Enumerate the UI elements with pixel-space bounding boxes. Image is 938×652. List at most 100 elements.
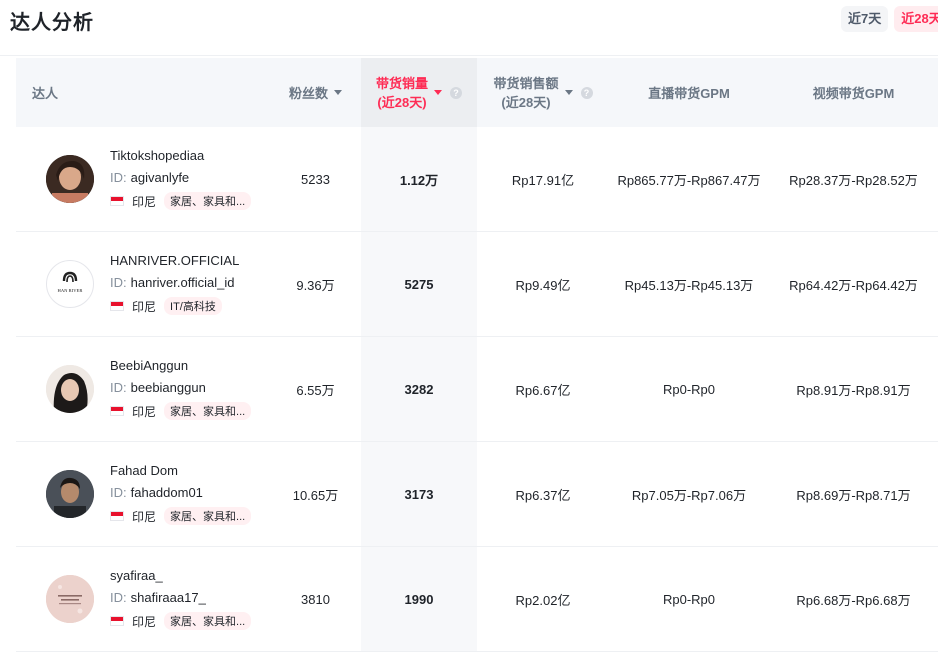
talent-cell: HAN RIVER HANRIVER.OFFICIAL ID: hanriver.… <box>16 232 270 336</box>
range-28-days-button[interactable]: 近28天 <box>894 6 938 32</box>
header-video-gpm: 视频带货GPM <box>812 86 895 101</box>
amount-value: Rp17.91亿 <box>511 172 575 188</box>
country-label: 印尼 <box>132 404 157 419</box>
video-gpm-value: Rp8.69万-Rp8.71万 <box>796 487 911 503</box>
talent-name[interactable]: Fahad Dom <box>110 463 251 478</box>
header-divider <box>0 55 938 56</box>
talent-table: 达人 粉丝数 带货销量 (近28天) ? 带货销售额 (近28天) ? 直播带货… <box>16 58 938 652</box>
help-icon[interactable]: ? <box>450 86 462 99</box>
person-photo-icon <box>46 365 94 413</box>
indonesia-flag-icon <box>110 301 124 311</box>
sort-desc-icon[interactable] <box>334 90 342 95</box>
talent-id: ID: hanriver.official_id <box>110 275 239 290</box>
range-7-days-button[interactable]: 近7天 <box>841 6 889 32</box>
id-label: ID: <box>110 275 127 290</box>
sort-desc-icon[interactable] <box>564 90 573 95</box>
indonesia-flag-icon <box>110 511 124 521</box>
id-label: ID: <box>110 485 127 500</box>
sales-value: 3282 <box>361 337 477 441</box>
avatar[interactable]: HAN RIVER <box>46 260 94 308</box>
video-gpm-value: Rp6.68万-Rp6.68万 <box>796 592 911 608</box>
fans-value: 9.36万 <box>296 277 335 293</box>
video-gpm-value: Rp8.91万-Rp8.91万 <box>796 382 911 398</box>
country-label: 印尼 <box>132 299 157 314</box>
table-header: 达人 粉丝数 带货销量 (近28天) ? 带货销售额 (近28天) ? 直播带货… <box>16 58 938 127</box>
category-tag: 家居、家具和... <box>164 402 252 420</box>
category-tag: 家居、家具和... <box>164 507 252 525</box>
header-live-gpm: 直播带货GPM <box>648 86 730 101</box>
table-row[interactable]: Tiktokshopediaa ID: agivanlyfe 印尼 家居、家具和.… <box>16 127 938 232</box>
live-gpm-value: Rp0-Rp0 <box>662 591 716 607</box>
talent-meta: 印尼 家居、家具和... <box>110 612 252 630</box>
header-amount[interactable]: 带货销售额 (近28天) ? <box>477 58 609 127</box>
talent-meta: 印尼 家居、家具和... <box>110 507 252 525</box>
person-photo-icon <box>46 470 94 518</box>
header-sales-line1: 带货销量 <box>375 75 428 91</box>
date-range-toggle: 近7天 近28天 <box>841 6 938 32</box>
talent-meta: 印尼 家居、家具和... <box>110 402 252 420</box>
table-row[interactable]: Fahad Dom ID: fahaddom01 印尼 家居、家具和... 10.… <box>16 442 938 547</box>
indonesia-flag-icon <box>110 406 124 416</box>
talent-cell: Tiktokshopediaa ID: agivanlyfe 印尼 家居、家具和.… <box>16 127 270 231</box>
amount-value: Rp6.37亿 <box>515 487 571 503</box>
country-label: 印尼 <box>132 509 157 524</box>
id-value: agivanlyfe <box>130 170 190 185</box>
sales-value: 3173 <box>361 442 477 546</box>
amount-value: Rp2.02亿 <box>515 592 571 608</box>
talent-name[interactable]: Tiktokshopediaa <box>110 148 251 163</box>
header-talent: 达人 <box>32 86 59 101</box>
table-row[interactable]: HAN RIVER HANRIVER.OFFICIAL ID: hanriver.… <box>16 232 938 337</box>
header-fans[interactable]: 粉丝数 <box>270 58 361 127</box>
svg-text:HAN RIVER: HAN RIVER <box>58 288 84 293</box>
avatar[interactable] <box>46 470 94 518</box>
live-gpm-value: Rp0-Rp0 <box>662 381 716 397</box>
header-sales-line2: (近28天) <box>377 94 427 110</box>
pink-graphic-icon <box>46 575 94 623</box>
talent-cell: BeebiAnggun ID: beebianggun 印尼 家居、家具和... <box>16 337 270 441</box>
header-sales[interactable]: 带货销量 (近28天) ? <box>361 58 477 127</box>
talent-id: ID: beebianggun <box>110 380 251 395</box>
header-amount-label: 带货销售额 (近28天) <box>493 74 558 112</box>
talent-name[interactable]: BeebiAnggun <box>110 358 251 373</box>
talent-id: ID: fahaddom01 <box>110 485 251 500</box>
talent-cell: syafiraa_ ID: shafiraaa17_ 印尼 家居、家具和... <box>16 547 270 651</box>
talent-meta: 印尼 家居、家具和... <box>110 192 252 210</box>
id-label: ID: <box>110 380 127 395</box>
talent-meta: 印尼 IT/高科技 <box>110 297 239 315</box>
avatar[interactable] <box>46 365 94 413</box>
avatar[interactable] <box>46 575 94 623</box>
video-gpm-value: Rp64.42万-Rp64.42万 <box>789 277 918 293</box>
fans-value: 5233 <box>301 171 330 187</box>
id-value: shafiraaa17_ <box>130 590 206 605</box>
country-label: 印尼 <box>132 194 157 209</box>
table-row[interactable]: BeebiAnggun ID: beebianggun 印尼 家居、家具和... … <box>16 337 938 442</box>
table-row[interactable]: syafiraa_ ID: shafiraaa17_ 印尼 家居、家具和... 3… <box>16 547 938 652</box>
category-tag: IT/高科技 <box>164 297 222 315</box>
avatar[interactable] <box>46 155 94 203</box>
talent-id: ID: agivanlyfe <box>110 170 251 185</box>
header-amount-line1: 带货销售额 <box>493 75 559 91</box>
country-label: 印尼 <box>132 614 157 629</box>
talent-cell: Fahad Dom ID: fahaddom01 印尼 家居、家具和... <box>16 442 270 546</box>
header-fans-label: 粉丝数 <box>288 86 328 101</box>
person-photo-icon <box>46 155 94 203</box>
header-amount-line2: (近28天) <box>501 94 551 110</box>
sort-desc-icon[interactable] <box>434 90 442 95</box>
sales-value: 1.12万 <box>361 127 477 231</box>
id-value: fahaddom01 <box>130 485 203 500</box>
fans-value: 6.55万 <box>296 382 335 398</box>
indonesia-flag-icon <box>110 616 124 626</box>
amount-value: Rp9.49亿 <box>515 277 571 293</box>
category-tag: 家居、家具和... <box>164 612 252 630</box>
sales-value: 1990 <box>361 547 477 651</box>
talent-name[interactable]: HANRIVER.OFFICIAL <box>110 253 239 268</box>
id-value: hanriver.official_id <box>130 275 235 290</box>
sales-value: 5275 <box>361 232 477 336</box>
id-label: ID: <box>110 170 127 185</box>
video-gpm-value: Rp28.37万-Rp28.52万 <box>789 172 918 188</box>
talent-name[interactable]: syafiraa_ <box>110 568 251 583</box>
fans-value: 3810 <box>301 591 330 607</box>
help-icon[interactable]: ? <box>580 86 593 99</box>
han-river-logo: HAN RIVER <box>58 271 84 293</box>
page-title: 达人分析 <box>10 12 94 34</box>
